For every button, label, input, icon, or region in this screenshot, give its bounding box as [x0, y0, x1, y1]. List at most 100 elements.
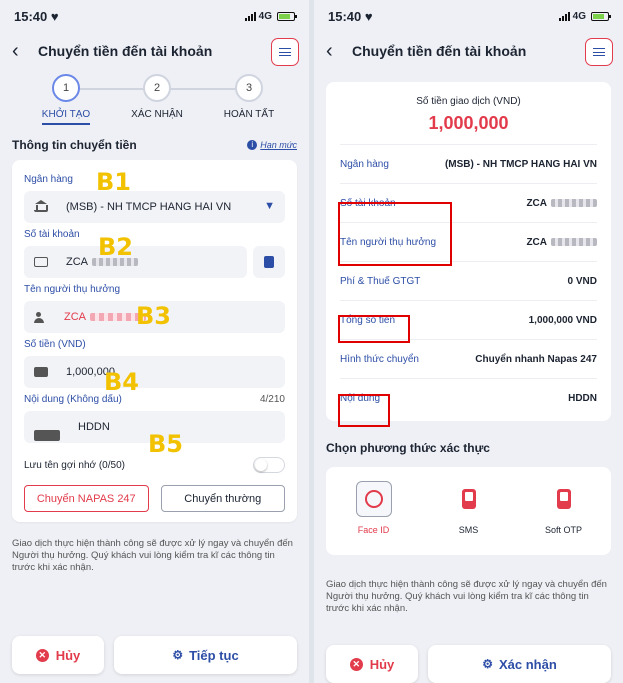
content-label: Nội dung (Không dấu) 4/210: [24, 394, 285, 405]
step-label: XÁC NHẬN: [131, 109, 183, 120]
bank-label: Ngân hàng: [24, 174, 285, 185]
page-title: Chuyển tiền đến tài khoản: [352, 43, 527, 59]
confirm-label: Xác nhận: [498, 656, 557, 672]
row-key: Tổng số tiền: [340, 314, 396, 326]
redacted-mask: [90, 313, 146, 321]
row-value: (MSB) - NH TMCP HANG HAI VN: [444, 158, 597, 170]
sms-icon: [451, 481, 487, 517]
step-label: HOÀN TẤT: [223, 109, 275, 120]
row-key: Phí & Thuế GTGT: [340, 275, 421, 287]
network-label: 4G: [258, 10, 272, 22]
auth-soft-otp[interactable]: Soft OTP: [529, 481, 599, 535]
bank-select[interactable]: (MSB) - NH TMCP HANG HAI VN ▼: [24, 191, 285, 223]
save-alias-toggle[interactable]: [253, 457, 285, 473]
auth-label: SMS: [458, 525, 479, 535]
row-key: Tên người thụ hưởng: [340, 236, 437, 248]
step-label: KHỞI TẠO: [41, 109, 91, 125]
save-alias-label: Lưu tên gợi nhớ (0/50): [24, 459, 125, 471]
auth-label: Face ID: [357, 525, 390, 535]
hamburger-icon: [593, 48, 605, 56]
limit-link-label: Hạn mức: [260, 140, 297, 150]
action-bar: ✕ Hủy ⚙ Tiếp tục: [12, 636, 297, 674]
disclaimer: Giao dịch thực hiện thành công sẽ được x…: [326, 579, 607, 614]
receiver-label-text: Tên người thụ hưởng: [24, 284, 121, 295]
row-value: ZCA: [526, 197, 547, 209]
amount-value: 1,000,000: [66, 366, 115, 378]
account-input[interactable]: ZCA: [24, 246, 247, 278]
normal-transfer-button[interactable]: Chuyển thường: [160, 485, 285, 512]
continue-button[interactable]: ⚙ Tiếp tục: [114, 636, 297, 674]
battery-icon: [591, 11, 611, 21]
auth-face-id[interactable]: Face ID: [339, 481, 409, 535]
row-key: Số tài khoản: [340, 197, 396, 209]
content-value: HDDN: [78, 421, 110, 433]
auth-section-title: Chọn phương thức xác thực: [326, 441, 490, 455]
receiver-value: ZCA: [64, 311, 86, 323]
row-value: Chuyển nhanh Napas 247: [475, 353, 597, 365]
gear-icon: ⚙: [482, 657, 493, 671]
disclaimer: Giao dịch thực hiện thành công sẽ được x…: [12, 538, 293, 573]
section-header: Thông tin chuyển tiền i Hạn mức: [0, 138, 309, 152]
redacted-mask: [551, 237, 597, 246]
summary-row-fee: Phí & Thuế GTGT 0 VND: [340, 261, 597, 300]
summary-row-total: Tổng số tiền 1,000,000 VND: [340, 300, 597, 339]
hamburger-icon: [279, 48, 291, 56]
summary-row-account: Số tài khoản ZCA: [340, 183, 597, 222]
char-count: 4/210: [259, 394, 285, 405]
menu-button[interactable]: [271, 38, 299, 66]
continue-label: Tiếp tục: [189, 647, 239, 663]
signal-icon: [558, 11, 570, 21]
save-alias-row: Lưu tên gợi nhớ (0/50): [24, 457, 285, 473]
transfer-form: Ngân hàng (MSB) - NH TMCP HANG HAI VN ▼ …: [12, 160, 297, 522]
back-icon[interactable]: ‹: [326, 40, 348, 63]
gear-icon: ⚙: [172, 648, 184, 662]
app-header: ‹ Chuyển tiền đến tài khoản: [314, 32, 623, 70]
receiver-input[interactable]: ZCA: [24, 301, 285, 333]
summary-row-method: Hình thức chuyển Chuyển nhanh Napas 247: [340, 339, 597, 378]
contact-book-icon: [264, 256, 274, 268]
back-icon[interactable]: ‹: [12, 40, 34, 63]
cancel-label: Hủy: [55, 647, 81, 663]
row-value: HDDN: [568, 392, 597, 404]
receiver-label: Tên người thụ hưởng: [24, 284, 285, 295]
cancel-button[interactable]: ✕ Hủy: [326, 645, 418, 683]
battery-icon: [277, 11, 297, 21]
row-value-wrap: ZCA: [526, 198, 597, 209]
row-value: ZCA: [526, 236, 547, 248]
status-bar: 15:40 ♥ 4G: [314, 0, 623, 32]
redacted-mask: [92, 258, 138, 266]
auth-label: Soft OTP: [544, 525, 582, 535]
content-input[interactable]: HDDN: [24, 411, 285, 443]
summary-row-content: Nội dung HDDN: [340, 378, 597, 417]
content-label-text: Nội dung (Không dấu): [24, 394, 122, 405]
note-icon: [34, 429, 60, 441]
info-icon: i: [247, 140, 258, 150]
status-bar: 15:40 ♥ 4G: [0, 0, 309, 32]
menu-button[interactable]: [585, 38, 613, 66]
amount-label: Số tiền (VND): [24, 339, 285, 350]
bank-value: (MSB) - NH TMCP HANG HAI VN: [66, 201, 232, 213]
step-number: 3: [235, 74, 263, 102]
cancel-button[interactable]: ✕ Hủy: [12, 636, 104, 674]
step-number: 1: [52, 74, 80, 102]
auth-sms[interactable]: SMS: [434, 481, 504, 535]
napas-247-button[interactable]: Chuyển NAPAS 247: [24, 485, 149, 512]
summary-row-bank: Ngân hàng (MSB) - NH TMCP HANG HAI VN: [340, 144, 597, 183]
action-bar: ✕ Hủy ⚙ Xác nhận: [326, 645, 611, 683]
money-icon: [34, 367, 48, 377]
account-label: Số tài khoản: [24, 229, 285, 240]
signal-icon: [244, 11, 256, 21]
transaction-summary: Số tiền giao dịch (VND) 1,000,000 Ngân h…: [326, 82, 611, 421]
close-icon: ✕: [35, 648, 49, 662]
clock: 15:40: [328, 8, 362, 24]
confirm-button[interactable]: ⚙ Xác nhận: [428, 645, 611, 683]
contacts-button[interactable]: [253, 246, 285, 278]
limit-link[interactable]: i Hạn mức: [247, 140, 297, 150]
row-value-wrap: ZCA: [526, 237, 597, 248]
redacted-mask: [551, 198, 597, 207]
soft-otp-icon: [546, 481, 582, 517]
amount-total: 1,000,000: [428, 113, 509, 133]
left-screen: 15:40 ♥ 4G ‹ Chuyển tiền đến tài khoản 1…: [0, 0, 309, 683]
amount-input[interactable]: 1,000,000: [24, 356, 285, 388]
row-key: Hình thức chuyển: [340, 353, 419, 365]
